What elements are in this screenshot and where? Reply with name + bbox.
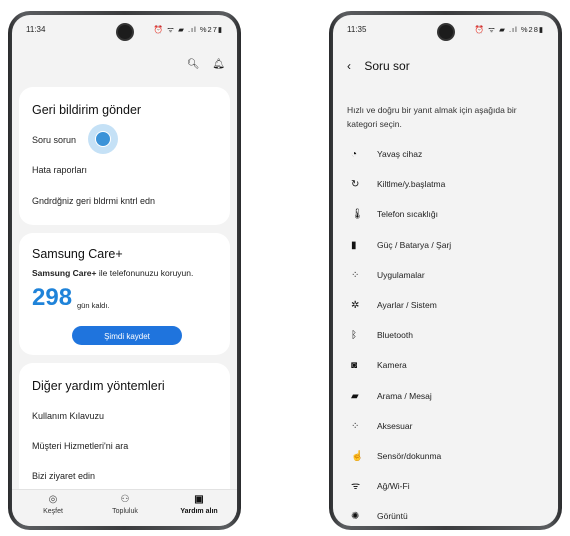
category-icon: ✲ [351, 300, 360, 311]
feedback-title: Geri bildirim gönder [32, 103, 142, 117]
care-subtitle-text: ile telefonunuzu koruyun. [96, 268, 194, 278]
chat-icon: ▣ [194, 494, 204, 505]
status-icons: ⏰ ᯤ ▰ .ıl %27▮ [153, 25, 223, 34]
status-time: 11:34 [26, 25, 46, 34]
category-item[interactable]: ↻ Kiltlme/y.başlatma [351, 177, 445, 191]
category-item[interactable]: ▮ Güç / Batarya / Şarj [351, 238, 451, 252]
status-icons: ⏰ ᯤ ▰ .ıl %28▮ [474, 25, 544, 34]
top-actions: 🔍︎ 🔔︎ [177, 59, 225, 70]
category-icon: ᯤ [351, 481, 361, 493]
category-label: Arama / Mesaj [377, 390, 432, 401]
bottom-navigation: ◎ Keşfet ⚇ Topluluk ▣ Yardım alın [12, 489, 237, 526]
page-title: Soru sor [364, 59, 410, 73]
help-item-visit[interactable]: Bizi ziyaret edin [32, 471, 95, 481]
care-subtitle: Samsung Care+ ile telefonunuzu koruyun. [32, 268, 193, 278]
nav-get-help[interactable]: ▣ Yardım alın [164, 494, 234, 515]
category-icon: ⁘ [351, 269, 360, 281]
page-header: ‹ Soru sor [347, 59, 410, 73]
feedback-item-bug-reports[interactable]: Hata raporları [32, 165, 87, 175]
category-item[interactable]: ᛒ Bluetooth [351, 328, 413, 342]
category-icon: ◙ [351, 360, 358, 372]
days-remaining: 298 [32, 284, 73, 311]
category-item[interactable]: 🌡 Telefon sıcaklığı [351, 207, 438, 221]
feedback-card: Geri bildirim gönder Soru sorun Hata rap… [19, 87, 230, 225]
category-item[interactable]: ⁘ Uygulamalar [351, 268, 425, 282]
left-phone: 11:34 ⏰ ᯤ ▰ .ıl %27▮ 🔍︎ 🔔︎ Geri bildirim… [8, 11, 241, 530]
status-bar: 11:35 ⏰ ᯤ ▰ .ıl %28▮ [347, 25, 544, 37]
nav-community-label: Topluluk [112, 508, 138, 515]
category-item[interactable]: ◔ Yavaş cihaz [351, 147, 422, 161]
compass-icon: ◎ [48, 494, 58, 505]
care-brand: Samsung Care+ [32, 268, 97, 278]
feedback-item-ask[interactable]: Soru sorun [32, 135, 76, 145]
category-icon: ☝ [351, 451, 364, 462]
category-label: Sensör/dokunma [377, 451, 442, 461]
other-help-title: Diğer yardım yöntemleri [32, 379, 165, 393]
care-title: Samsung Care+ [32, 247, 123, 261]
category-item[interactable]: ☝ Sensör/dokunma [351, 449, 441, 463]
community-icon: ⚇ [120, 494, 130, 505]
nav-community[interactable]: ⚇ Topluluk [90, 494, 160, 515]
category-label: Bluetooth [377, 330, 413, 341]
care-card: Samsung Care+ Samsung Care+ ile telefonu… [19, 233, 230, 355]
category-icon: ▰ [351, 390, 359, 402]
nav-explore[interactable]: ◎ Keşfet [18, 494, 88, 515]
status-bar: 11:34 ⏰ ᯤ ▰ .ıl %27▮ [26, 25, 223, 37]
category-label: Telefon sıcaklığı [377, 209, 438, 220]
help-item-call[interactable]: Müşteri Hizmetleri'ni ara [32, 441, 128, 451]
help-item-manual[interactable]: Kullanım Kılavuzu [32, 411, 104, 421]
category-icon: ↻ [351, 179, 360, 191]
search-icon[interactable]: 🔍︎ [187, 59, 200, 70]
bell-icon[interactable]: 🔔︎ [212, 59, 225, 70]
nav-explore-label: Keşfet [43, 508, 63, 515]
category-label: Kiltlme/y.başlatma [377, 179, 446, 190]
register-button[interactable]: Şimdi kaydet [72, 326, 182, 345]
category-label: Uygulamalar [377, 269, 425, 280]
right-screen: 11:35 ⏰ ᯤ ▰ .ıl %28▮ ‹ Soru sor Hızlı ve… [333, 15, 558, 526]
category-item[interactable]: ⁘ Aksesuar [351, 419, 412, 433]
category-item[interactable]: ◙ Kamera [351, 358, 407, 372]
category-label: Yavaş cihaz [377, 149, 423, 159]
back-arrow-icon[interactable]: ‹ [347, 59, 361, 73]
category-label: Ayarlar / Sistem [377, 300, 437, 310]
category-label: Görüntü [377, 511, 408, 522]
category-item[interactable]: ▰ Arama / Mesaj [351, 389, 432, 403]
category-icon: ⁘ [351, 420, 360, 432]
right-phone: 11:35 ⏰ ᯤ ▰ .ıl %28▮ ‹ Soru sor Hızlı ve… [329, 11, 562, 530]
status-time: 11:35 [347, 25, 367, 34]
other-help-card: Diğer yardım yöntemleri Kullanım Kılavuz… [19, 363, 230, 503]
category-item[interactable]: ✺ Görüntü [351, 509, 408, 523]
category-intro: Hızlı ve doğru bir yanıt almak için aşağ… [347, 105, 517, 129]
category-icon: 🌡 [351, 209, 364, 221]
category-item[interactable]: ᯤ Ağ/Wi-Fi [351, 479, 410, 493]
feedback-item-check-feedback[interactable]: Gndrdğniz geri bldrmi kntrl edn [32, 196, 155, 206]
category-label: Aksesuar [377, 420, 413, 431]
category-icon: ▮ [351, 239, 357, 251]
touch-indicator [88, 124, 118, 154]
category-icon: ◔ [351, 149, 358, 160]
category-label: Ağ/Wi-Fi [377, 481, 410, 492]
category-icon: ᛒ [351, 330, 357, 342]
nav-get-help-label: Yardım alın [180, 508, 218, 515]
left-screen: 11:34 ⏰ ᯤ ▰ .ıl %27▮ 🔍︎ 🔔︎ Geri bildirim… [12, 15, 237, 526]
category-label: Kamera [377, 360, 407, 371]
category-icon: ✺ [351, 511, 360, 523]
category-label: Güç / Batarya / Şarj [377, 239, 452, 250]
days-label: gün kaldı. [77, 301, 110, 310]
category-item[interactable]: ✲ Ayarlar / Sistem [351, 298, 437, 312]
